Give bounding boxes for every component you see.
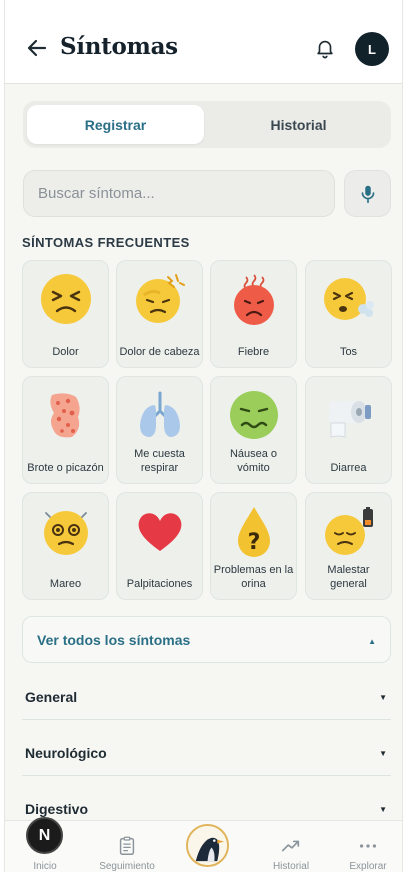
dizzy-face-icon [43,511,88,555]
symptom-card-diarrea[interactable]: Diarrea [305,376,392,484]
nav-label: Inicio [33,861,57,872]
symptom-label: Me cuesta respirar [134,448,185,474]
lungs-icon [139,391,180,437]
caret-up-icon: ▲ [368,637,376,646]
symptom-card-problemas-en-la-orina[interactable]: ? Problemas en la orina [210,492,297,600]
trend-icon [281,840,300,852]
nav-label: Historial [272,861,310,872]
symptom-label: Problemas en la orina [213,564,294,590]
avatar[interactable]: L [355,32,389,66]
symptom-card-dolor-de-cabeza[interactable]: Dolor de cabeza [116,260,203,368]
symptom-card-tos[interactable]: Tos [305,260,392,368]
symptom-label: Malestar general [327,564,370,590]
symptom-card-fiebre[interactable]: Fiebre [210,260,297,368]
microphone-icon [361,185,374,203]
toilet-paper-icon [328,401,371,438]
category-general[interactable]: General ▼ [22,675,391,720]
bell-icon[interactable] [314,37,336,59]
drop-question-icon: ? [237,507,270,557]
back-arrow-icon[interactable] [25,36,49,60]
category-label: Digestivo [25,801,89,817]
penguin-logo-icon [188,826,227,865]
symptom-card-malestar-general[interactable]: Malestar general [305,492,392,600]
symptom-label: Mareo [49,578,82,590]
voice-input-button[interactable] [344,170,391,217]
penguin-logo-button[interactable] [186,824,229,867]
see-all-symptoms-toggle[interactable]: Ver todos los síntomas ▲ [22,616,391,663]
svg-text:?: ? [247,530,260,555]
nav-seguimiento[interactable]: Seguimiento [87,821,167,872]
page-title: Síntomas [60,33,178,60]
hot-face-icon [233,274,274,325]
low-battery-face-icon [324,507,373,555]
category-neurologico[interactable]: Neurológico ▼ [22,731,391,776]
symptom-card-mareo[interactable]: Mareo [22,492,109,600]
nav-label: Explorar [349,861,387,872]
category-label: Neurológico [25,745,107,761]
tab-historial[interactable]: Historial [210,105,387,144]
symptom-label: Dolor [52,346,79,358]
symptom-card-palpitaciones[interactable]: Palpitaciones [116,492,203,600]
see-all-label: Ver todos los síntomas [37,632,191,648]
n-badge[interactable]: N [26,817,63,854]
pained-face-icon [40,274,91,324]
symptom-label: Brote o picazón [27,462,104,474]
symptom-card-me-cuesta-respirar[interactable]: Me cuesta respirar [116,376,203,484]
symptom-label: Dolor de cabeza [119,346,200,358]
search-input[interactable]: Buscar síntoma... [23,170,335,217]
nav-historial[interactable]: Historial [251,821,331,872]
caret-down-icon: ▼ [379,805,387,814]
caret-down-icon: ▼ [379,749,387,758]
nav-label: Seguimiento [99,861,155,872]
more-dots-icon [359,844,377,848]
rash-icon [49,393,80,438]
app-screen: Síntomas L Registrar Historial Buscar sí… [4,0,403,872]
section-title: SÍNTOMAS FRECUENTES [22,235,190,250]
symptom-label: Fiebre [237,346,270,358]
nav-explorar[interactable]: Explorar [328,821,402,872]
tab-registrar[interactable]: Registrar [27,105,204,144]
heart-icon [138,513,181,551]
caret-down-icon: ▼ [379,693,387,702]
cough-face-icon [323,278,374,320]
symptom-card-dolor[interactable]: Dolor [22,260,109,368]
symptom-label: Tos [339,346,358,358]
clipboard-icon [119,836,135,855]
symptom-label: Diarrea [330,462,367,474]
symptom-card-nausea-o-vomito[interactable]: Náusea o vómito [210,376,297,484]
segmented-tabs: Registrar Historial [23,101,391,148]
nauseated-face-icon [229,391,278,439]
symptom-label: Palpitaciones [126,578,193,590]
symptom-card-brote-o-picazon[interactable]: Brote o picazón [22,376,109,484]
category-label: General [25,689,78,705]
header: Síntomas L [5,0,402,84]
symptom-label: Náusea o vómito [229,448,278,474]
headache-face-icon [135,274,185,323]
